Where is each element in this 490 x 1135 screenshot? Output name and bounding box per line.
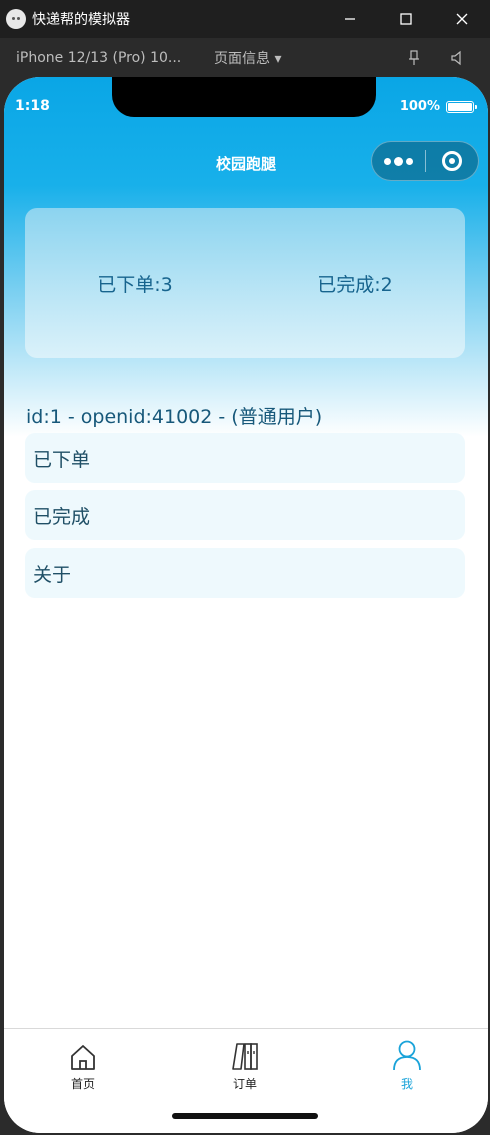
more-button[interactable]	[372, 156, 425, 166]
phone-notch	[112, 77, 376, 117]
page-info-dropdown[interactable]: 页面信息 ▾	[214, 48, 402, 68]
home-icon	[71, 1045, 95, 1070]
tab-orders[interactable]: 订单	[205, 1037, 285, 1092]
tab-me-label: 我	[400, 1077, 413, 1091]
order-stats-card: 已下单:3 已完成:2	[25, 208, 465, 358]
more-dots-icon	[394, 156, 403, 166]
completed-count[interactable]: 已完成:2	[245, 270, 465, 297]
simulator-toolbar: iPhone 12/13 (Pro) 10... 页面信息 ▾	[0, 38, 490, 78]
more-dots-icon	[406, 157, 413, 165]
order-icon	[232, 1043, 258, 1070]
more-dots-icon	[384, 157, 391, 165]
miniprogram-capsule	[371, 141, 479, 181]
phone-screen: 1:18 100% 校园跑腿 已下单:3 已完成:2 id:1 - openid…	[4, 77, 488, 1133]
close-button[interactable]	[434, 0, 490, 38]
minimize-icon	[345, 18, 355, 20]
menu-item-completed[interactable]: 已完成	[25, 490, 465, 540]
home-indicator	[172, 1113, 318, 1119]
ordered-count[interactable]: 已下单:3	[25, 270, 245, 297]
battery-percent: 100%	[399, 99, 440, 114]
tab-home[interactable]: 首页	[43, 1037, 123, 1092]
tab-home-label: 首页	[70, 1077, 95, 1091]
battery-icon	[446, 100, 477, 113]
maximize-button[interactable]	[378, 0, 434, 38]
status-time: 1:18	[15, 98, 50, 114]
user-icon	[393, 1040, 421, 1071]
exit-button[interactable]	[426, 151, 478, 171]
tab-orders-label: 订单	[232, 1077, 257, 1091]
status-battery: 100%	[399, 99, 477, 114]
pin-button[interactable]	[402, 46, 426, 70]
mute-button[interactable]	[446, 46, 470, 70]
window-titlebar: 快递帮的模拟器	[0, 0, 490, 38]
menu-item-ordered[interactable]: 已下单	[25, 433, 465, 483]
app-logo-icon	[6, 9, 26, 29]
maximize-icon	[400, 13, 412, 25]
tab-me[interactable]: 我	[367, 1037, 447, 1092]
device-selector[interactable]: iPhone 12/13 (Pro) 10...	[16, 50, 196, 66]
exit-target-icon	[441, 151, 462, 171]
window-title: 快递帮的模拟器	[32, 12, 130, 28]
minimize-button[interactable]	[322, 0, 378, 38]
pin-icon	[409, 50, 419, 65]
menu-item-about[interactable]: 关于	[25, 548, 465, 598]
speaker-icon	[451, 50, 461, 66]
close-icon	[456, 13, 468, 25]
user-info: id:1 - openid:41002 - (普通用户)	[26, 406, 323, 428]
